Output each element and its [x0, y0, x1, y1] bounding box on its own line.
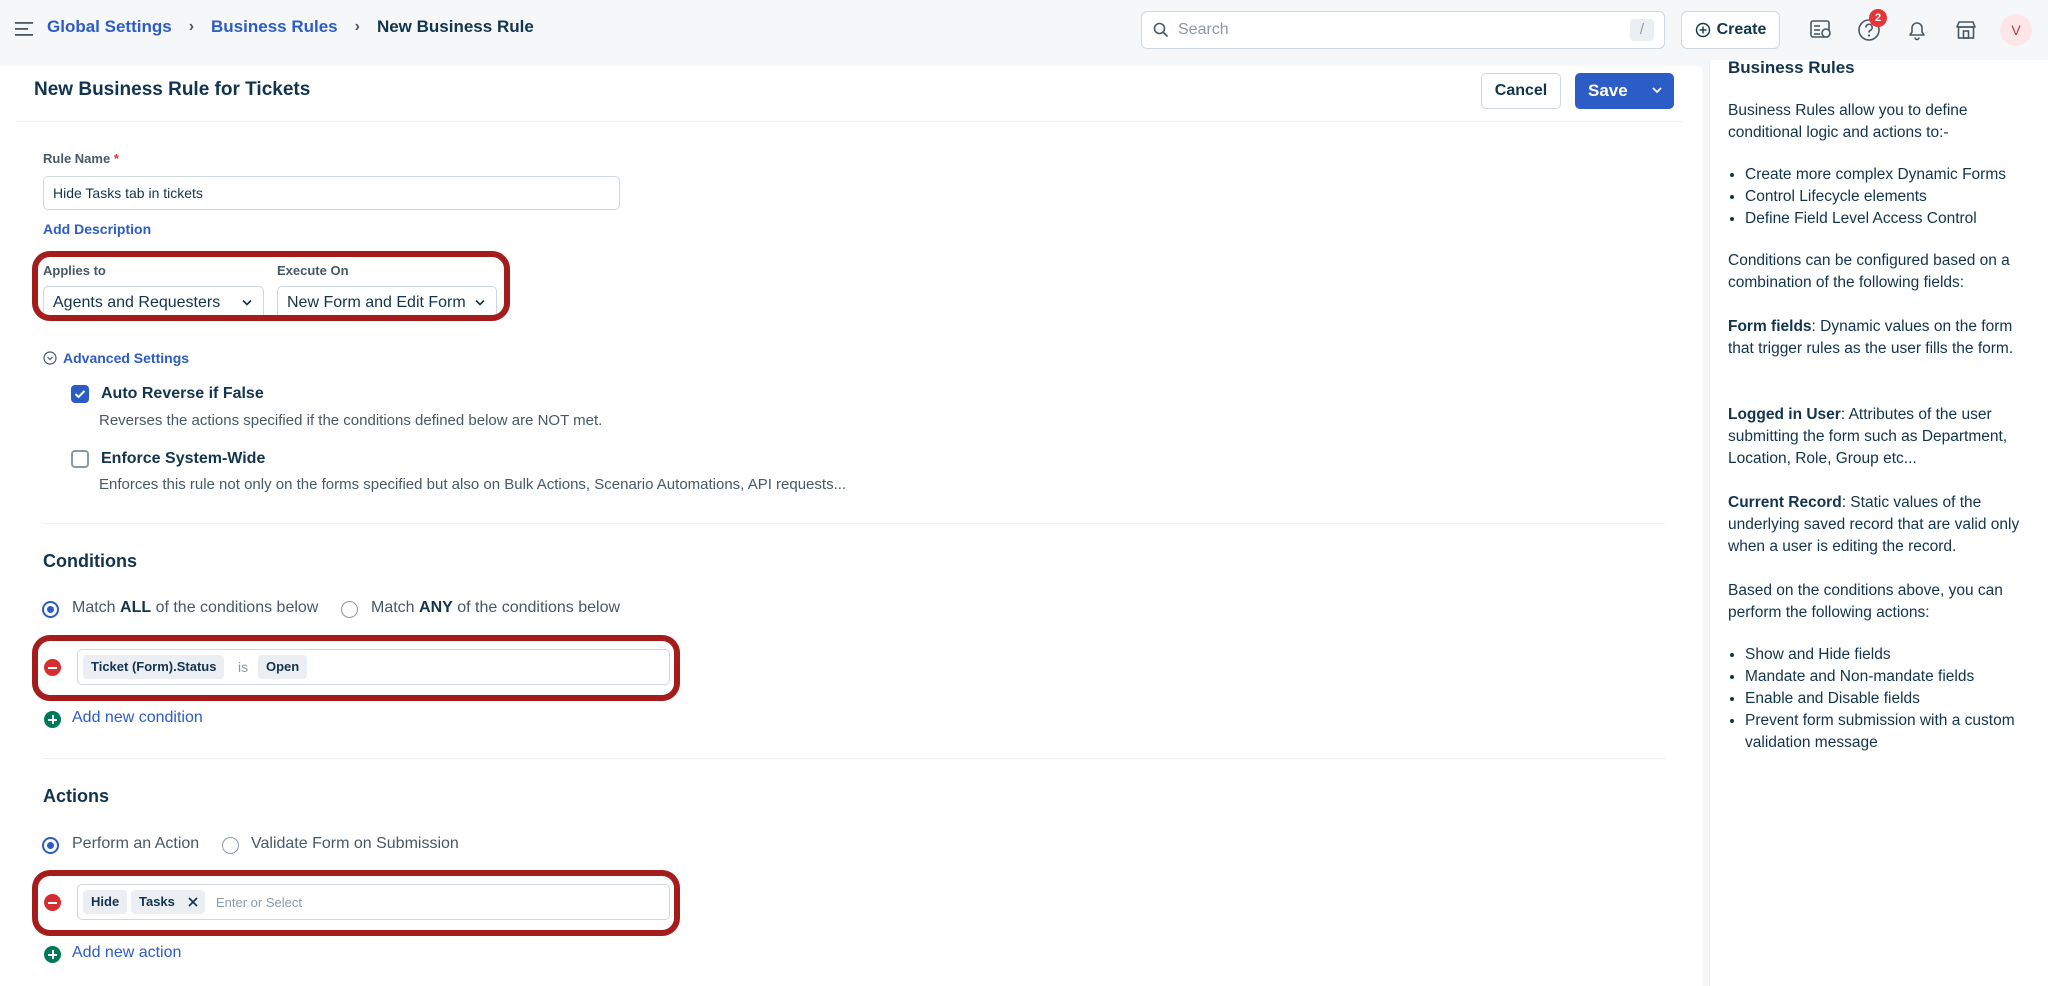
perform-action-label[interactable]: Perform an Action: [72, 835, 199, 853]
help-conditions-text: Conditions can be configured based on a …: [1728, 252, 2010, 291]
enforce-system-wide-checkbox[interactable]: [71, 450, 89, 468]
create-button[interactable]: Create: [1681, 11, 1780, 49]
list-item: Enable and Disable fields: [1745, 688, 2040, 710]
list-item: Prevent form submission with a custom va…: [1745, 710, 2040, 754]
remove-action-icon[interactable]: [44, 894, 61, 911]
condition-row[interactable]: Ticket (Form).Status is Open: [77, 649, 670, 685]
cancel-button[interactable]: Cancel: [1481, 73, 1561, 109]
add-new-condition-link[interactable]: Add new condition: [72, 709, 203, 727]
condition-value-chip[interactable]: Open: [258, 655, 308, 679]
action-target-label: Tasks: [139, 894, 175, 909]
rule-name-label: Rule Name *: [43, 151, 119, 166]
list-item: Define Field Level Access Control: [1745, 208, 2040, 230]
action-value-input[interactable]: [214, 891, 634, 913]
validate-form-label[interactable]: Validate Form on Submission: [251, 835, 459, 853]
advanced-settings-toggle[interactable]: Advanced Settings: [43, 350, 189, 366]
chevron-down-icon: [242, 299, 252, 306]
action-target-chip[interactable]: Tasks: [131, 890, 205, 914]
advanced-settings-label: Advanced Settings: [63, 350, 190, 366]
match-all-radio[interactable]: [42, 601, 59, 618]
plus-circle-icon: [1695, 22, 1710, 38]
breadcrumb: Global Settings › Business Rules › New B…: [47, 17, 534, 37]
search-shortcut-hint: /: [1630, 19, 1654, 41]
execute-on-value: New Form and Edit Form: [287, 294, 466, 311]
condition-operator[interactable]: is: [238, 655, 248, 679]
checkmark-icon: [74, 390, 86, 399]
help-current-record: Current Record: Static values of the und…: [1728, 494, 2020, 555]
conditions-title: Conditions: [43, 551, 137, 571]
divider: [16, 121, 1682, 122]
help-actions-list: Show and Hide fields Mandate and Non-man…: [1728, 644, 2040, 754]
list-item: Create more complex Dynamic Forms: [1745, 164, 2040, 186]
match-any-label[interactable]: Match ANY of the conditions below: [371, 599, 620, 617]
help-panel-title: Business Rules: [1728, 58, 1855, 77]
help-panel: Business Rules Business Rules allow you …: [1709, 58, 2048, 986]
save-label: Save: [1588, 81, 1628, 100]
menu-icon[interactable]: [14, 20, 34, 38]
help-actions-text: Based on the conditions above, you can p…: [1728, 582, 2003, 621]
bell-icon[interactable]: [1904, 17, 1930, 43]
chevron-right-icon: ›: [188, 18, 195, 35]
chevron-down-icon[interactable]: [1651, 85, 1663, 95]
help-logged-in-user: Logged in User: Attributes of the user s…: [1728, 406, 2008, 467]
chevron-down-icon: [475, 299, 485, 306]
chevron-right-icon: ›: [354, 18, 360, 35]
help-form-fields: Form fields: Dynamic values on the form …: [1728, 318, 2014, 357]
action-row[interactable]: Hide Tasks: [77, 884, 670, 920]
save-button[interactable]: Save: [1575, 73, 1674, 109]
execute-on-label: Execute On: [277, 263, 349, 278]
breadcrumb-business-rules[interactable]: Business Rules: [211, 17, 338, 37]
help-intro: Business Rules allow you to define condi…: [1728, 102, 1968, 141]
auto-reverse-description: Reverses the actions specified if the co…: [99, 412, 603, 429]
close-icon[interactable]: [187, 896, 199, 908]
auto-reverse-checkbox[interactable]: [71, 385, 89, 403]
help-intro-list: Create more complex Dynamic Forms Contro…: [1728, 164, 2040, 230]
add-condition-icon[interactable]: [44, 711, 61, 728]
top-bar: Global Settings › Business Rules › New B…: [0, 0, 2048, 62]
divider: [43, 523, 1665, 524]
page-title: New Business Rule for Tickets: [34, 79, 311, 100]
form-header: New Business Rule for Tickets Cancel Sav…: [0, 66, 1703, 123]
add-action-icon[interactable]: [44, 946, 61, 963]
remove-condition-icon[interactable]: [44, 659, 61, 676]
auto-reverse-title: Auto Reverse if False: [101, 385, 264, 402]
chevron-down-circle-icon: [43, 351, 57, 365]
breadcrumb-current: New Business Rule: [376, 17, 534, 36]
action-type-chip[interactable]: Hide: [83, 890, 128, 914]
business-rule-form: New Business Rule for Tickets Cancel Sav…: [0, 66, 1703, 986]
help-notification-badge: 2: [1869, 9, 1887, 27]
enforce-system-wide-title: Enforce System-Wide: [101, 450, 266, 467]
marketplace-icon[interactable]: [1953, 17, 1979, 43]
divider: [43, 758, 1665, 759]
dashboard-icon[interactable]: [1808, 17, 1834, 43]
create-label: Create: [1716, 21, 1767, 38]
add-description-link[interactable]: Add Description: [43, 221, 151, 237]
execute-on-select[interactable]: New Form and Edit Form: [277, 286, 497, 320]
condition-field-chip[interactable]: Ticket (Form).Status: [83, 655, 225, 679]
validate-form-radio[interactable]: [222, 837, 239, 854]
search-input[interactable]: [1176, 12, 1596, 48]
list-item: Mandate and Non-mandate fields: [1745, 666, 2040, 688]
breadcrumb-global-settings[interactable]: Global Settings: [47, 17, 172, 37]
applies-to-value: Agents and Requesters: [53, 294, 221, 311]
avatar[interactable]: V: [2000, 14, 2032, 46]
add-new-action-link[interactable]: Add new action: [72, 944, 181, 962]
enforce-system-wide-description: Enforces this rule not only on the forms…: [99, 476, 847, 493]
rule-name-input[interactable]: [43, 176, 620, 210]
list-item: Control Lifecycle elements: [1745, 186, 2040, 208]
actions-title: Actions: [43, 786, 110, 806]
perform-action-radio[interactable]: [42, 837, 59, 854]
match-all-label[interactable]: Match ALL of the conditions below: [72, 599, 318, 617]
list-item: Show and Hide fields: [1745, 644, 2040, 666]
global-search[interactable]: /: [1141, 11, 1665, 49]
applies-to-select[interactable]: Agents and Requesters: [43, 286, 264, 320]
applies-to-label: Applies to: [43, 263, 106, 278]
match-any-radio[interactable]: [341, 601, 358, 618]
search-icon: [1153, 22, 1169, 38]
